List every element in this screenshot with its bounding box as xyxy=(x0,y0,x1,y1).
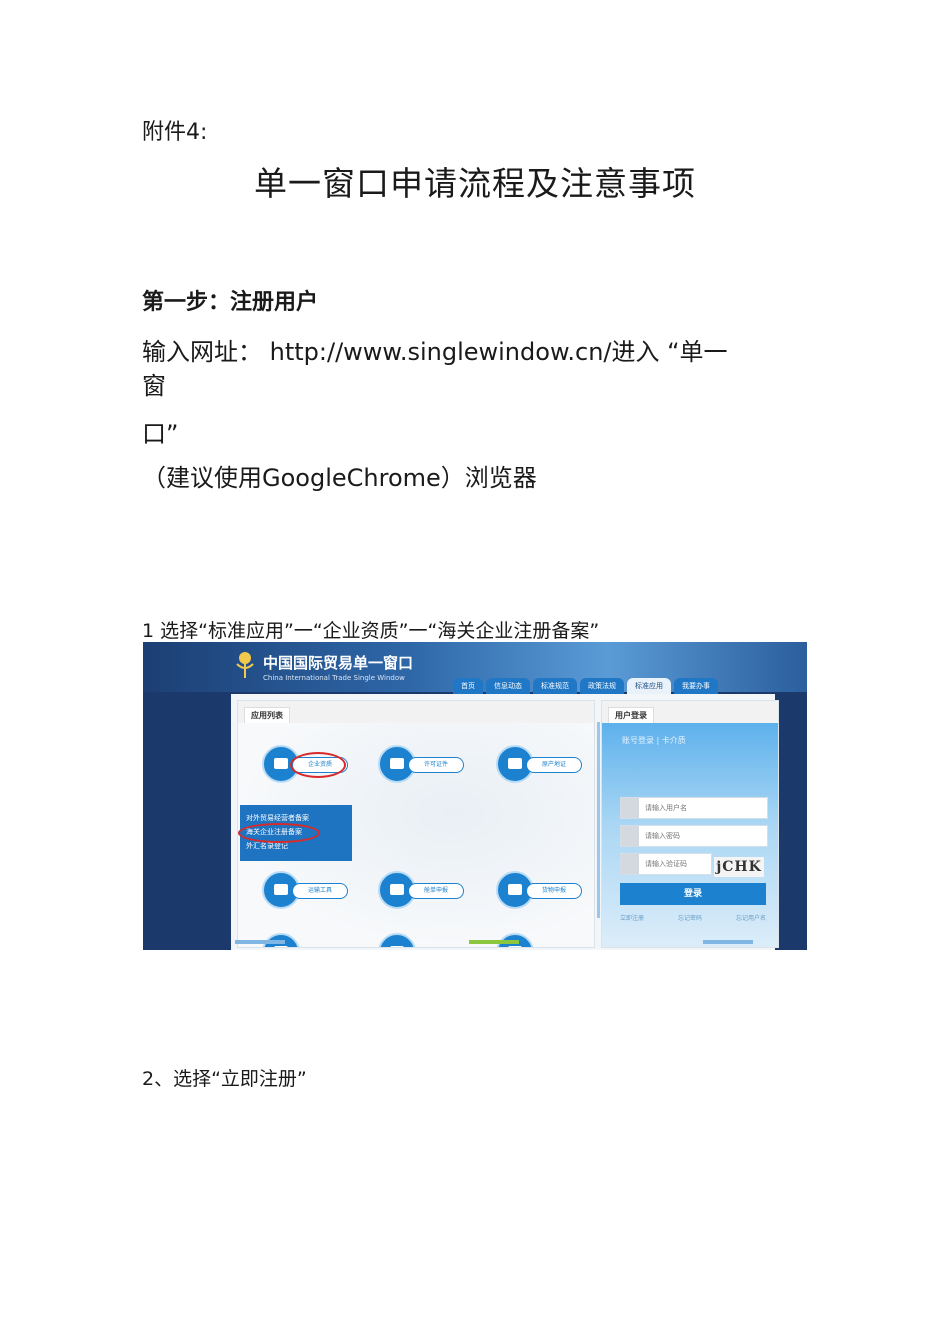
login-button[interactable]: 登录 xyxy=(620,883,766,905)
lock-icon xyxy=(621,826,639,846)
footer-bar xyxy=(703,940,753,944)
password-placeholder: 请输入密码 xyxy=(645,832,680,840)
browser-note: （建议使用GoogleChrome）浏览器 xyxy=(142,464,537,492)
customs-emblem-icon xyxy=(236,652,254,678)
highlight-ring-customs-registration xyxy=(238,823,320,843)
document-title: 单一窗口申请流程及注意事项 xyxy=(254,164,696,203)
register-link[interactable]: 立即注册 xyxy=(620,913,644,922)
caption-step-1: 1 选择“标准应用”一“企业资质”一“海关企业注册备案” xyxy=(142,620,600,642)
attachment-label: 附件4: xyxy=(142,120,208,145)
app-manifest-label: 舱单申报 xyxy=(408,883,464,899)
nav-tabs: 首页 信息动态 标准规范 政策法规 标准应用 我要办事 xyxy=(453,678,718,694)
site-name-cn: 中国国际贸易单一窗口 xyxy=(263,654,414,672)
app-goods[interactable]: 货物申报 xyxy=(496,871,586,909)
forgot-password-link[interactable]: 忘记密码 xyxy=(678,913,702,922)
app-origin-label: 原产地证 xyxy=(526,757,582,773)
url-instruction-line-1: 输入网址： http://www.singlewindow.cn/进入 “单一 xyxy=(142,338,728,366)
app-goods-label: 货物申报 xyxy=(526,883,582,899)
partial-app-icon xyxy=(378,933,416,947)
password-field[interactable]: 请输入密码 xyxy=(620,825,768,847)
app-list-panel: 应用列表 企业资质 许可证件 原产地证 对外贸易经营者备案 海关企业注册备案 外… xyxy=(237,700,595,948)
app-partial-2[interactable] xyxy=(378,933,468,947)
app-list-title: 应用列表 xyxy=(244,707,290,723)
tab-standards[interactable]: 标准规范 xyxy=(533,678,577,694)
footer-bar xyxy=(469,940,519,944)
caption-step-2: 2、选择“立即注册” xyxy=(142,1068,307,1090)
app-origin[interactable]: 原产地证 xyxy=(496,745,586,783)
footer-bar xyxy=(235,940,285,944)
app-transport[interactable]: 运输工具 xyxy=(262,871,352,909)
dropdown-item-trade-registration[interactable]: 对外贸易经营者备案 xyxy=(246,813,309,823)
scrollbar[interactable] xyxy=(597,722,600,918)
login-links: 立即注册 忘记密码 忘记用户名 xyxy=(620,913,766,922)
url-instruction-line-2: 窗 xyxy=(142,372,166,400)
tab-news[interactable]: 信息动态 xyxy=(486,678,530,694)
app-license-label: 许可证件 xyxy=(408,757,464,773)
app-list-header xyxy=(238,701,594,724)
tab-services[interactable]: 我要办事 xyxy=(674,678,718,694)
url-instruction-line-3: 口” xyxy=(142,420,179,448)
captcha-placeholder: 请输入验证码 xyxy=(645,860,687,868)
user-icon xyxy=(621,798,639,818)
username-placeholder: 请输入用户名 xyxy=(645,804,687,812)
content-panel: 应用列表 企业资质 许可证件 原产地证 对外贸易经营者备案 海关企业注册备案 外… xyxy=(231,694,779,950)
login-panel: 用户登录 账号登录 | 卡介质 请输入用户名 请输入密码 请输入验证码 jCHK… xyxy=(601,700,779,948)
highlight-ring-qualification xyxy=(290,752,346,778)
app-manifest[interactable]: 舱单申报 xyxy=(378,871,468,909)
username-field[interactable]: 请输入用户名 xyxy=(620,797,768,819)
tab-standard-apps[interactable]: 标准应用 xyxy=(627,678,671,694)
login-title: 用户登录 xyxy=(608,707,654,723)
tab-policy[interactable]: 政策法规 xyxy=(580,678,624,694)
tab-home[interactable]: 首页 xyxy=(453,678,483,694)
portal-screenshot: 中国国际贸易单一窗口 China International Trade Sin… xyxy=(143,642,807,950)
shield-icon xyxy=(621,854,639,874)
app-transport-label: 运输工具 xyxy=(292,883,348,899)
app-license[interactable]: 许可证件 xyxy=(378,745,468,783)
captcha-image[interactable]: jCHK xyxy=(714,857,764,877)
step1-heading: 第一步：注册用户 xyxy=(142,290,319,315)
forgot-username-link[interactable]: 忘记用户名 xyxy=(736,913,766,922)
login-type-switch[interactable]: 账号登录 | 卡介质 xyxy=(622,735,686,746)
site-name-en: China International Trade Single Window xyxy=(263,674,405,682)
captcha-field[interactable]: 请输入验证码 xyxy=(620,853,712,875)
